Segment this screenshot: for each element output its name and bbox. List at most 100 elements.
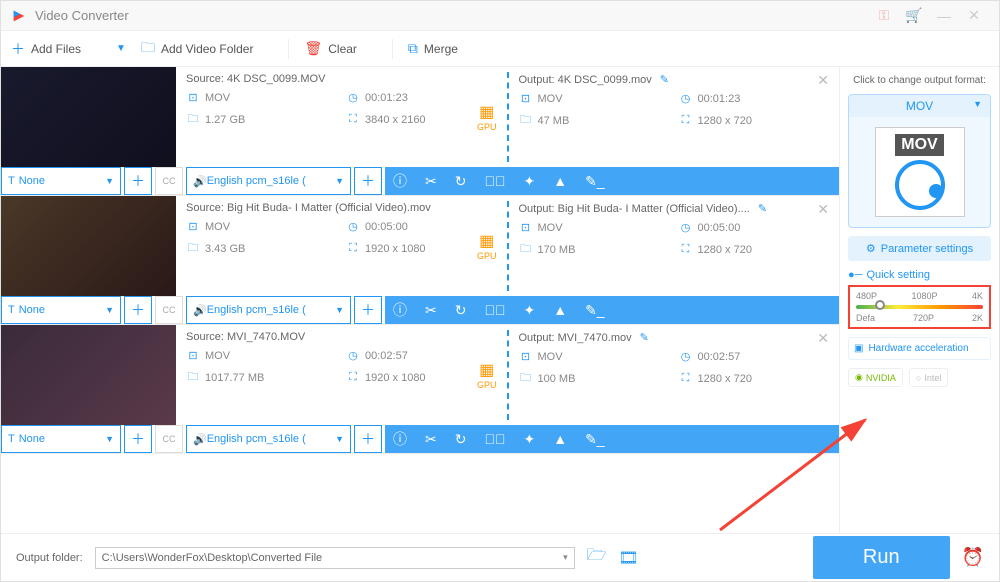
close-button[interactable]: ✕ [959,7,989,24]
quick-setting-label: ●─Quick setting [848,269,991,281]
slider-thumb[interactable] [875,300,885,310]
quicktime-icon [895,160,945,210]
effects-icon[interactable]: ✦ [523,173,535,190]
output-format-selector[interactable]: MOV▼ MOV [848,94,991,228]
format-icon: ⊡ [519,92,533,105]
cut-icon[interactable]: ✂ [425,173,437,190]
watermark-icon[interactable]: ▲ [553,302,567,318]
hardware-acceleration-toggle[interactable]: ▣Hardware acceleration [848,337,991,360]
size-icon: 🗀 [519,111,533,130]
open-folder-icon[interactable]: 🗁 [587,544,607,571]
info-icon[interactable]: ⓘ [393,429,407,449]
cc-button[interactable]: CC [155,296,183,324]
cart-icon[interactable]: 🛒 [899,7,929,24]
intel-icon: ○ [916,373,921,383]
film-icon[interactable]: 🎞 [619,548,639,568]
subtitle-select[interactable]: TNone▼ [1,167,121,195]
add-subtitle-button[interactable]: ＋ [124,425,152,453]
cc-button[interactable]: CC [155,425,183,453]
remove-item-button[interactable]: ✕ [817,72,829,89]
edit-output-icon[interactable]: ✎ [660,74,669,86]
change-format-label: Click to change output format: [848,75,991,86]
parameter-settings-button[interactable]: ⚙Parameter settings [848,236,991,261]
output-folder-input[interactable]: C:\Users\WonderFox\Desktop\Converted Fil… [95,547,575,569]
add-subtitle-button[interactable]: ＋ [124,296,152,324]
edit-output-icon[interactable]: ✎ [758,203,767,215]
gpu-badge: ▦GPU [477,102,497,132]
sidebar: Click to change output format: MOV▼ MOV … [839,67,999,533]
video-thumbnail[interactable] [1,196,176,296]
chip-icon: ▣ [854,343,863,354]
footer: Output folder: C:\Users\WonderFox\Deskto… [1,533,999,581]
clear-button[interactable]: 🗑Clear [304,40,356,57]
edit-toolbar: ⓘ ✂ ↻ ✂⃞ ✦ ▲ ✎_ [385,167,839,195]
output-label: Output: 4K DSC_0099.mov [519,74,652,86]
video-thumbnail[interactable] [1,325,176,425]
effects-icon[interactable]: ✦ [523,302,535,319]
crop-icon[interactable]: ✂⃞ [484,302,505,318]
crop-icon[interactable]: ✂⃞ [484,173,505,189]
trash-icon: 🗑 [304,40,322,57]
effects-icon[interactable]: ✦ [523,431,535,448]
edit-output-icon[interactable]: ✎ [640,332,649,344]
watermark-icon[interactable]: ▲ [553,173,567,189]
chevron-down-icon: ▼ [335,176,344,186]
key-icon[interactable]: ⚿ [869,7,899,24]
subtitle-select[interactable]: TNone▼ [1,296,121,324]
clock-icon: ◷ [346,91,360,104]
video-thumbnail[interactable] [1,67,176,167]
merge-icon: ⧉ [408,40,418,57]
chevron-down-icon: ▼ [973,99,982,109]
edit-extra-icon[interactable]: ✎_ [585,302,605,319]
quick-setting-slider[interactable]: 480P1080P4K Defa720P2K [848,285,991,329]
chevron-down-icon: ▼ [105,176,114,186]
add-files-dropdown[interactable]: ▼ [116,43,126,54]
rotate-icon[interactable]: ↻ [455,302,467,319]
nvidia-badge: ◉NVIDIA [848,368,903,387]
info-icon[interactable]: ⓘ [393,171,407,191]
list-item: Source: 4K DSC_0099.MOV ⊡MOV ◷00:01:23 🗀… [1,67,839,196]
nvidia-icon: ◉ [855,372,863,383]
cut-icon[interactable]: ✂ [425,302,437,319]
add-audio-button[interactable]: ＋ [354,167,382,195]
watermark-icon[interactable]: ▲ [553,431,567,447]
edit-extra-icon[interactable]: ✎_ [585,431,605,448]
cut-icon[interactable]: ✂ [425,431,437,448]
folder-plus-icon: 🗀 [141,37,155,61]
gpu-badge: ▦GPU [477,231,497,261]
list-item: Source: MVI_7470.MOV ⊡MOV ◷00:02:57 🗀101… [1,325,839,454]
app-title: Video Converter [35,8,129,23]
add-audio-button[interactable]: ＋ [354,425,382,453]
app-logo-icon [11,8,27,24]
source-label: Source: Big Hit Buda- I Matter (Official… [186,202,497,214]
minimize-button[interactable]: — [929,8,959,24]
audio-select[interactable]: 🔊English pcm_s16le (▼ [186,296,351,324]
run-button[interactable]: Run [813,536,950,579]
merge-button[interactable]: ⧉Merge [408,40,458,57]
cc-button[interactable]: CC [155,167,183,195]
edit-toolbar: ⓘ ✂ ↻ ✂⃞ ✦ ▲ ✎_ [385,296,839,324]
remove-item-button[interactable]: ✕ [817,330,829,347]
add-subtitle-button[interactable]: ＋ [124,167,152,195]
file-list: Source: 4K DSC_0099.MOV ⊡MOV ◷00:01:23 🗀… [1,67,839,533]
schedule-icon[interactable]: ⏰ [962,547,984,568]
intel-badge: ○Intel [909,368,948,387]
edit-extra-icon[interactable]: ✎_ [585,173,605,190]
gpu-badge: ▦GPU [477,360,497,390]
edit-toolbar: ⓘ ✂ ↻ ✂⃞ ✦ ▲ ✎_ [385,425,839,453]
subtitle-select[interactable]: TNone▼ [1,425,121,453]
toolbar: ＋Add Files ▼ 🗀Add Video Folder 🗑Clear ⧉M… [1,31,999,67]
remove-item-button[interactable]: ✕ [817,201,829,218]
speaker-icon: 🔊 [193,175,207,188]
add-folder-button[interactable]: 🗀Add Video Folder [141,37,254,61]
add-audio-button[interactable]: ＋ [354,296,382,324]
audio-select[interactable]: 🔊English pcm_s16le (▼ [186,425,351,453]
output-folder-label: Output folder: [16,552,83,564]
mov-format-icon: MOV [875,127,965,217]
audio-select[interactable]: 🔊English pcm_s16le (▼ [186,167,351,195]
rotate-icon[interactable]: ↻ [455,173,467,190]
rotate-icon[interactable]: ↻ [455,431,467,448]
add-files-button[interactable]: ＋Add Files [11,39,81,59]
crop-icon[interactable]: ✂⃞ [484,431,505,447]
info-icon[interactable]: ⓘ [393,300,407,320]
